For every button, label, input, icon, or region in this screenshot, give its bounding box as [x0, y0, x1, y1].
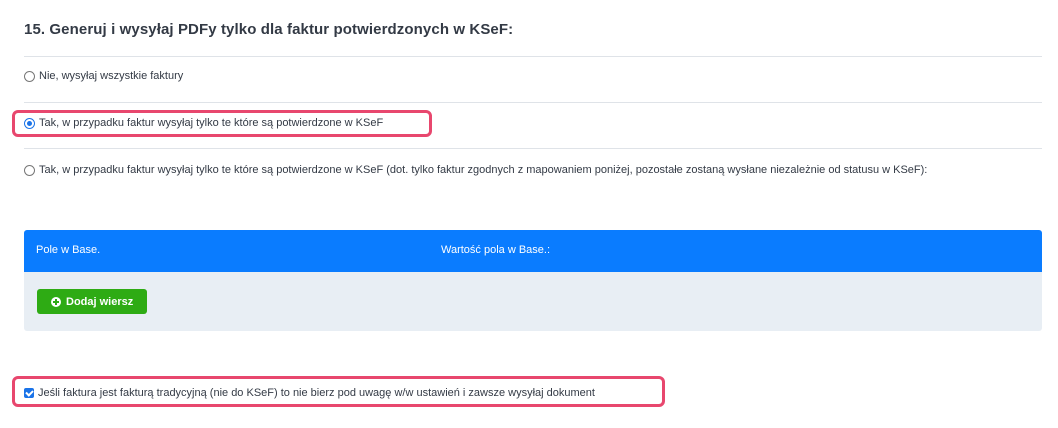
plus-circle-icon — [51, 296, 61, 307]
mapping-table-header: Pole w Base. Wartość pola w Base.: — [24, 230, 1042, 272]
radio-button[interactable] — [24, 70, 35, 82]
option-label: Tak, w przypadku faktur wysyłaj tylko te… — [39, 117, 384, 129]
option-send-all[interactable]: Nie, wysyłaj wszystkie faktury — [24, 70, 183, 82]
column-header-field: Pole w Base. — [36, 244, 101, 256]
option-label: Tak, w przypadku faktur wysyłaj tylko te… — [39, 164, 928, 176]
add-row-button[interactable]: Dodaj wiersz — [37, 289, 148, 314]
section-title: 15. Generuj i wysyłaj PDFy tylko dla fak… — [24, 21, 514, 38]
add-row-label: Dodaj wiersz — [66, 295, 134, 308]
mapping-table: Pole w Base. Wartość pola w Base.: Dodaj… — [24, 230, 1042, 331]
column-header-value: Wartość pola w Base.: — [441, 244, 551, 256]
traditional-invoice-label: Jeśli faktura jest fakturą tradycyjną (n… — [38, 387, 595, 399]
option-only-confirmed-mapped[interactable]: Tak, w przypadku faktur wysyłaj tylko te… — [24, 164, 927, 176]
divider — [24, 148, 1042, 149]
traditional-invoice-option[interactable]: Jeśli faktura jest fakturą tradycyjną (n… — [24, 387, 595, 399]
divider — [24, 56, 1042, 57]
radio-button[interactable] — [24, 164, 35, 176]
option-only-confirmed[interactable]: Tak, w przypadku faktur wysyłaj tylko te… — [24, 117, 383, 129]
divider — [24, 102, 1042, 103]
option-label: Nie, wysyłaj wszystkie faktury — [39, 70, 184, 82]
checkbox-checked[interactable] — [24, 388, 34, 398]
radio-button-selected[interactable] — [24, 117, 35, 129]
